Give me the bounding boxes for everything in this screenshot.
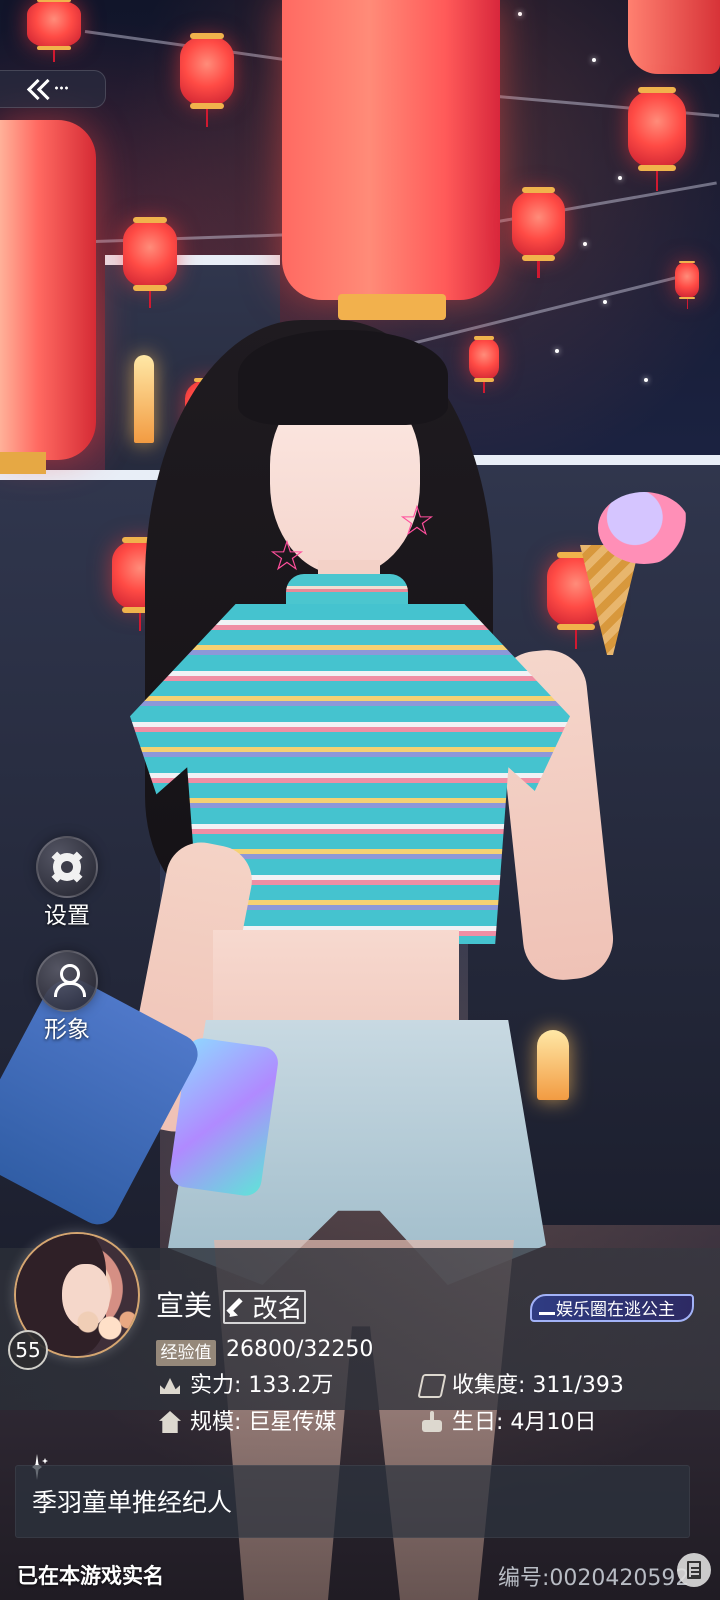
player-name: 宣美 — [156, 1289, 213, 1322]
experience-label: 经验值 — [156, 1340, 216, 1366]
notes-button[interactable] — [677, 1553, 711, 1587]
lit-window — [134, 355, 154, 443]
star — [603, 300, 607, 304]
crown-icon — [158, 1374, 182, 1398]
rename-button[interactable]: 改名 — [223, 1290, 306, 1324]
double-chevron-left-icon — [20, 80, 70, 98]
collection-label: 收集度: — [452, 1373, 526, 1398]
book-icon — [417, 1374, 447, 1398]
strength-value: 133.2万 — [248, 1373, 334, 1398]
side-lantern — [0, 120, 96, 474]
notes-icon — [687, 1561, 701, 1579]
collection-value: 311/393 — [532, 1373, 624, 1398]
person-icon — [53, 964, 86, 997]
rename-label: 改名 — [252, 1295, 303, 1323]
level-badge: 55 — [8, 1330, 48, 1370]
lantern — [628, 86, 686, 192]
lantern — [112, 537, 168, 631]
title-badge[interactable]: 娱乐圈在逃公主 — [530, 1294, 694, 1322]
experience-value: 26800/32250 — [226, 1337, 374, 1362]
settings-button[interactable]: 设置 — [36, 836, 98, 929]
cake-icon — [420, 1411, 444, 1435]
lantern — [180, 33, 234, 127]
star — [518, 12, 522, 16]
back-button[interactable] — [0, 70, 106, 108]
lantern — [512, 187, 565, 279]
birthday-label: 生日: — [452, 1410, 504, 1435]
scale-stat: 规模: 巨星传媒 — [190, 1411, 336, 1435]
appearance-label: 形象 — [44, 1017, 90, 1043]
player-id: 编号:0020420592 — [498, 1566, 690, 1591]
lantern-wire — [497, 95, 720, 118]
lantern — [123, 217, 177, 309]
crown-icon — [539, 1303, 555, 1315]
star — [644, 378, 648, 382]
lantern — [469, 336, 499, 393]
verified-status: 已在本游戏实名 — [17, 1564, 164, 1588]
star — [583, 242, 587, 246]
birthday-value: 4月10日 — [510, 1410, 597, 1435]
star — [618, 176, 622, 180]
birthday-stat: 生日: 4月10日 — [452, 1411, 596, 1435]
appearance-button[interactable]: 形象 — [36, 950, 98, 1043]
lit-window — [537, 1030, 569, 1100]
lantern — [675, 260, 699, 309]
large-lantern — [282, 0, 500, 320]
collection-stat: 收集度: 311/393 — [452, 1374, 624, 1398]
strength-stat: 实力: 133.2万 — [190, 1374, 333, 1398]
star — [555, 349, 559, 353]
scale-value: 巨星传媒 — [248, 1410, 337, 1435]
title-badge-label: 娱乐圈在逃公主 — [556, 1300, 675, 1320]
corner-lantern — [628, 0, 720, 74]
building-icon — [158, 1411, 182, 1435]
lantern — [547, 552, 605, 649]
star — [592, 58, 596, 62]
pencil-icon — [226, 1298, 244, 1316]
lantern — [185, 377, 233, 461]
profile-screen: ☆ ☆ 设置 形象 55 宣美 改名 娱乐圈在逃公主 经验值 26800/322… — [0, 0, 720, 1600]
scale-label: 规模: — [190, 1410, 242, 1435]
signature-box[interactable]: 季羽童单推经纪人 — [15, 1465, 690, 1538]
lantern — [27, 0, 81, 63]
gear-icon — [53, 853, 81, 881]
avatar-flower-frame — [70, 1304, 138, 1346]
strength-label: 实力: — [190, 1373, 242, 1398]
settings-label: 设置 — [44, 903, 90, 929]
